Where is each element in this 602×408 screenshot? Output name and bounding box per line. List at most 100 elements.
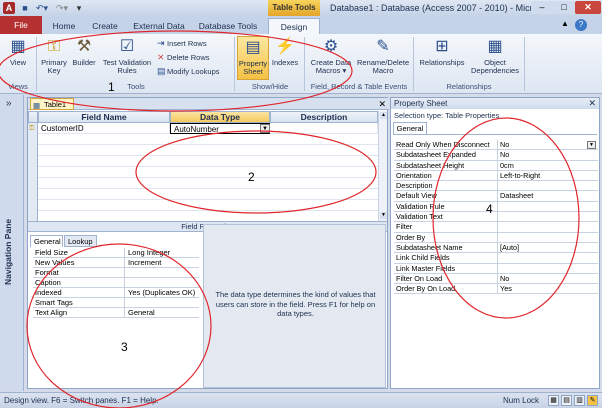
table-row[interactable] — [28, 178, 378, 189]
property-value[interactable]: Left-to-Right — [500, 171, 596, 181]
property-row[interactable]: Field Size Long Integer — [33, 248, 199, 258]
property-value[interactable]: Long Integer — [126, 248, 198, 258]
property-row[interactable]: Format — [33, 268, 199, 278]
tab-lookup[interactable]: Lookup — [64, 235, 97, 247]
property-row[interactable]: Default View Datasheet — [394, 191, 598, 202]
property-value[interactable] — [126, 298, 198, 308]
property-row[interactable]: Subdatasheet Expanded No — [394, 150, 598, 161]
customize-toolbar-icon[interactable]: ▾ — [73, 2, 85, 14]
property-row[interactable]: Validation Text — [394, 212, 598, 223]
property-row[interactable]: Order By — [394, 232, 598, 243]
property-row[interactable]: Filter On Load No — [394, 273, 598, 285]
property-value[interactable] — [500, 253, 596, 263]
property-value[interactable] — [500, 212, 596, 222]
dropdown-arrow-icon[interactable]: ▼ — [587, 141, 596, 149]
help-icon[interactable]: ? — [575, 19, 587, 31]
table-row[interactable] — [28, 145, 378, 156]
property-value[interactable] — [500, 202, 596, 212]
property-value[interactable] — [500, 233, 596, 243]
nav-pane-toggle-icon[interactable]: » — [6, 98, 12, 109]
builder-button[interactable]: ⚒ Builder — [70, 36, 98, 80]
tab-create[interactable]: Create — [86, 18, 124, 34]
table-row[interactable] — [28, 156, 378, 167]
tab-design[interactable]: Design — [268, 18, 320, 34]
property-value[interactable]: Increment — [126, 258, 198, 268]
row-selector[interactable] — [28, 178, 38, 189]
data-type-dropdown-icon[interactable]: ▼ — [260, 124, 270, 133]
rename-delete-macro-button[interactable]: ✎ Rename/Delete Macro — [357, 36, 409, 80]
property-row[interactable]: Indexed Yes (Duplicates OK) — [33, 288, 199, 298]
column-header-description[interactable]: Description — [270, 111, 378, 123]
property-value[interactable]: No — [500, 150, 596, 160]
scroll-up-icon[interactable]: ▲ — [380, 112, 387, 119]
property-row[interactable]: Link Child Fields — [394, 253, 598, 264]
redo-icon[interactable]: ↷▾ — [56, 2, 68, 14]
grid-scrollbar[interactable]: ▲ ▼ — [378, 111, 387, 221]
property-value[interactable] — [500, 264, 596, 274]
property-value[interactable] — [500, 181, 596, 191]
design-view-icon[interactable]: ✎ — [587, 395, 598, 406]
property-row[interactable]: Subdatasheet Height 0cm — [394, 160, 598, 171]
property-row[interactable]: New Values Increment — [33, 258, 199, 268]
data-type-cell[interactable]: AutoNumber — [170, 123, 270, 134]
pivottable-view-icon[interactable]: ▤ — [561, 395, 572, 406]
insert-rows-button[interactable]: ⇥ Insert Rows — [157, 37, 207, 49]
property-value[interactable] — [500, 222, 596, 232]
close-property-sheet-icon[interactable]: ✕ — [588, 98, 596, 109]
save-icon[interactable]: ■ — [19, 2, 31, 14]
row-selector[interactable]: ⚿ — [28, 123, 38, 134]
tab-database-tools[interactable]: Database Tools — [194, 18, 262, 34]
undo-icon[interactable]: ↶▾ — [36, 2, 48, 14]
property-sheet-button[interactable]: ▤ Property Sheet — [237, 36, 269, 80]
relationships-button[interactable]: ⊞ Relationships — [416, 36, 468, 80]
indexes-button[interactable]: ⚡ Indexes — [270, 36, 300, 80]
minimize-ribbon-icon[interactable]: ▲ — [561, 19, 569, 28]
tab-external-data[interactable]: External Data — [128, 18, 190, 34]
pivotchart-view-icon[interactable]: ▥ — [574, 395, 585, 406]
close-document-icon[interactable]: ✕ — [378, 98, 386, 110]
tab-home[interactable]: Home — [47, 18, 81, 34]
table-row[interactable]: ⚿ CustomerID AutoNumber ▼ — [28, 123, 378, 134]
field-name-cell[interactable]: CustomerID — [38, 123, 170, 134]
property-row[interactable]: Subdatasheet Name [Auto] — [394, 242, 598, 254]
property-row[interactable]: Description — [394, 181, 598, 192]
object-dependencies-button[interactable]: ▦ Object Dependencies — [470, 36, 520, 80]
navigation-pane[interactable]: » Navigation Pane — [0, 95, 24, 391]
table-row[interactable] — [28, 189, 378, 200]
property-row[interactable]: Text Align General — [33, 308, 199, 318]
column-header-data-type[interactable]: Data Type — [170, 111, 270, 123]
tab-file[interactable]: File — [0, 16, 42, 34]
property-row[interactable]: Validation Rule — [394, 201, 598, 213]
access-logo-icon[interactable]: A — [3, 2, 15, 14]
property-value[interactable]: [Auto] — [500, 243, 596, 253]
table-row[interactable] — [28, 134, 378, 145]
tab-table1[interactable]: ▦ Table1 — [30, 98, 74, 110]
row-selector[interactable] — [28, 200, 38, 211]
scroll-down-icon[interactable]: ▼ — [380, 212, 387, 219]
primary-key-button[interactable]: ⚿ Primary Key — [39, 36, 69, 80]
view-button[interactable]: ▦ View — [4, 36, 32, 80]
property-row[interactable]: Smart Tags — [33, 298, 199, 308]
delete-rows-button[interactable]: ⨯ Delete Rows — [157, 51, 210, 63]
property-value[interactable] — [126, 268, 198, 278]
table-row[interactable] — [28, 200, 378, 211]
row-selector[interactable] — [28, 145, 38, 156]
property-row[interactable]: Order By On Load Yes — [394, 284, 598, 295]
property-row[interactable]: Caption — [33, 278, 199, 288]
close-button[interactable]: ✕ — [575, 1, 601, 14]
datasheet-view-icon[interactable]: ▦ — [548, 395, 559, 406]
property-value[interactable]: Datasheet — [500, 191, 596, 201]
table-row[interactable] — [28, 167, 378, 178]
row-selector[interactable] — [28, 156, 38, 167]
row-selector[interactable] — [28, 134, 38, 145]
modify-lookups-button[interactable]: ▤Modify Lookups — [157, 65, 220, 77]
property-row[interactable]: Filter — [394, 222, 598, 233]
property-value[interactable]: General — [126, 308, 198, 318]
property-value[interactable] — [126, 278, 198, 288]
row-selector[interactable] — [28, 189, 38, 200]
tab-general[interactable]: General — [30, 235, 63, 247]
description-cell[interactable] — [270, 123, 378, 134]
property-row[interactable]: Read Only When Disconnect No ▼ — [394, 140, 598, 151]
column-header-field-name[interactable]: Field Name — [38, 111, 170, 123]
minimize-button[interactable]: – — [531, 1, 553, 14]
